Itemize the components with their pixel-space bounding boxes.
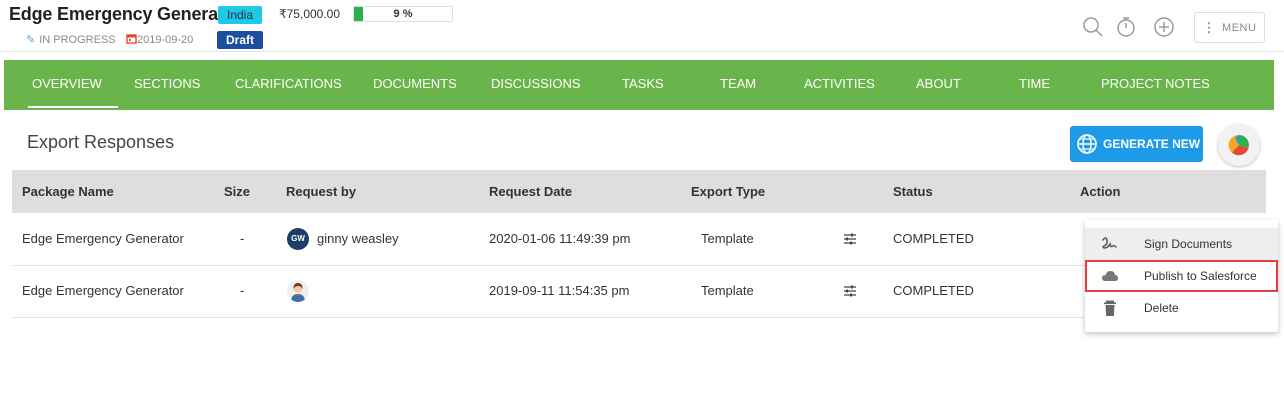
tab-discussions[interactable]: DISCUSSIONS [491, 60, 581, 110]
timer-icon[interactable] [1115, 16, 1137, 38]
tab-project-notes[interactable]: PROJECT NOTES [1101, 60, 1210, 110]
filter-settings-icon[interactable] [843, 284, 857, 298]
cell-status: COMPLETED [893, 283, 974, 298]
menu-item-label: Delete [1144, 301, 1179, 315]
project-header: Edge Emergency Generator India ₹75,000.0… [0, 0, 1284, 52]
menu-item-label: Sign Documents [1144, 237, 1233, 251]
menu-item-delete[interactable]: Delete [1085, 292, 1278, 324]
cell-size: - [240, 231, 245, 246]
menu-item-label: Publish to Salesforce [1144, 269, 1257, 283]
cell-export-type: Template [701, 283, 754, 298]
tab-tasks[interactable]: TASKS [622, 60, 664, 110]
trash-icon [1104, 300, 1116, 316]
project-title: Edge Emergency Generator [9, 4, 242, 24]
budget-amount: ₹75,000.00 [279, 7, 341, 21]
col-package-name: Package Name [22, 184, 114, 199]
table-row: Edge Emergency Generator - GW ginny weas… [12, 214, 1266, 266]
status-text: IN PROGRESS [39, 33, 116, 46]
menu-button[interactable]: ⋮ MENU [1194, 12, 1265, 43]
pencil-icon: ✎ [26, 34, 36, 46]
col-size: Size [224, 184, 251, 199]
cell-export-type: Template [701, 231, 754, 246]
cell-status: COMPLETED [893, 231, 974, 246]
avatar: GW [287, 228, 309, 250]
cell-package-name: Edge Emergency Generator [22, 283, 184, 298]
signature-icon [1102, 237, 1117, 249]
search-icon[interactable] [1082, 16, 1104, 38]
cell-request-date: 2020-01-06 11:49:39 pm [489, 231, 631, 246]
country-badge: India [218, 6, 263, 24]
tab-about[interactable]: ABOUT [916, 60, 961, 110]
tab-sections[interactable]: SECTIONS [134, 60, 200, 110]
cell-package-name: Edge Emergency Generator [22, 231, 184, 246]
section-title: Export Responses [27, 132, 175, 152]
avatar [287, 280, 309, 302]
table-header: Package Name Size Request by Request Dat… [12, 170, 1266, 213]
tab-documents[interactable]: DOCUMENTS [373, 60, 457, 110]
col-action: Action [1080, 184, 1121, 199]
menu-item-publish-salesforce[interactable]: Publish to Salesforce [1085, 260, 1278, 292]
pie-chart-button[interactable] [1218, 124, 1260, 166]
generate-new-label: GENERATE NEW [1103, 137, 1201, 151]
stage-badge[interactable]: Draft [217, 31, 264, 49]
filter-settings-icon[interactable] [843, 232, 857, 246]
cell-request-date: 2019-09-11 11:54:35 pm [489, 283, 630, 298]
menu-item-sign-documents[interactable]: Sign Documents [1085, 228, 1278, 260]
project-nav: OVERVIEW SECTIONS CLARIFICATIONS DOCUMEN… [4, 60, 1274, 110]
tab-clarifications[interactable]: CLARIFICATIONS [235, 60, 342, 110]
globe-icon [1077, 134, 1097, 154]
col-export-type: Export Type [691, 184, 766, 199]
project-status: ✎ IN PROGRESS [26, 33, 116, 47]
project-date: 2019-09-20 [126, 33, 193, 47]
calendar-icon [126, 33, 137, 47]
col-request-by: Request by [286, 184, 357, 199]
date-text: 2019-09-20 [137, 34, 194, 46]
col-status: Status [893, 184, 933, 199]
cloud-icon [1102, 271, 1118, 281]
cell-size: - [240, 283, 245, 298]
add-icon[interactable] [1153, 16, 1175, 38]
pie-chart-icon [1228, 134, 1249, 156]
tab-overview[interactable]: OVERVIEW [28, 60, 118, 110]
generate-new-button[interactable]: GENERATE NEW [1070, 126, 1203, 162]
tab-time[interactable]: TIME [1019, 60, 1050, 110]
progress-label: 9 % [393, 8, 413, 20]
kebab-icon: ⋮ [1202, 19, 1217, 35]
table-row: Edge Emergency Generator - 2019-09-11 11… [12, 266, 1266, 318]
menu-label: MENU [1222, 21, 1257, 34]
progress-bar: 9 % [353, 6, 453, 22]
tab-team[interactable]: TEAM [720, 60, 756, 110]
col-request-date: Request Date [489, 184, 573, 199]
cell-request-by: ginny weasley [317, 231, 399, 246]
action-menu: Sign Documents Publish to Salesforce Del… [1085, 220, 1278, 332]
tab-activities[interactable]: ACTIVITIES [804, 60, 875, 110]
